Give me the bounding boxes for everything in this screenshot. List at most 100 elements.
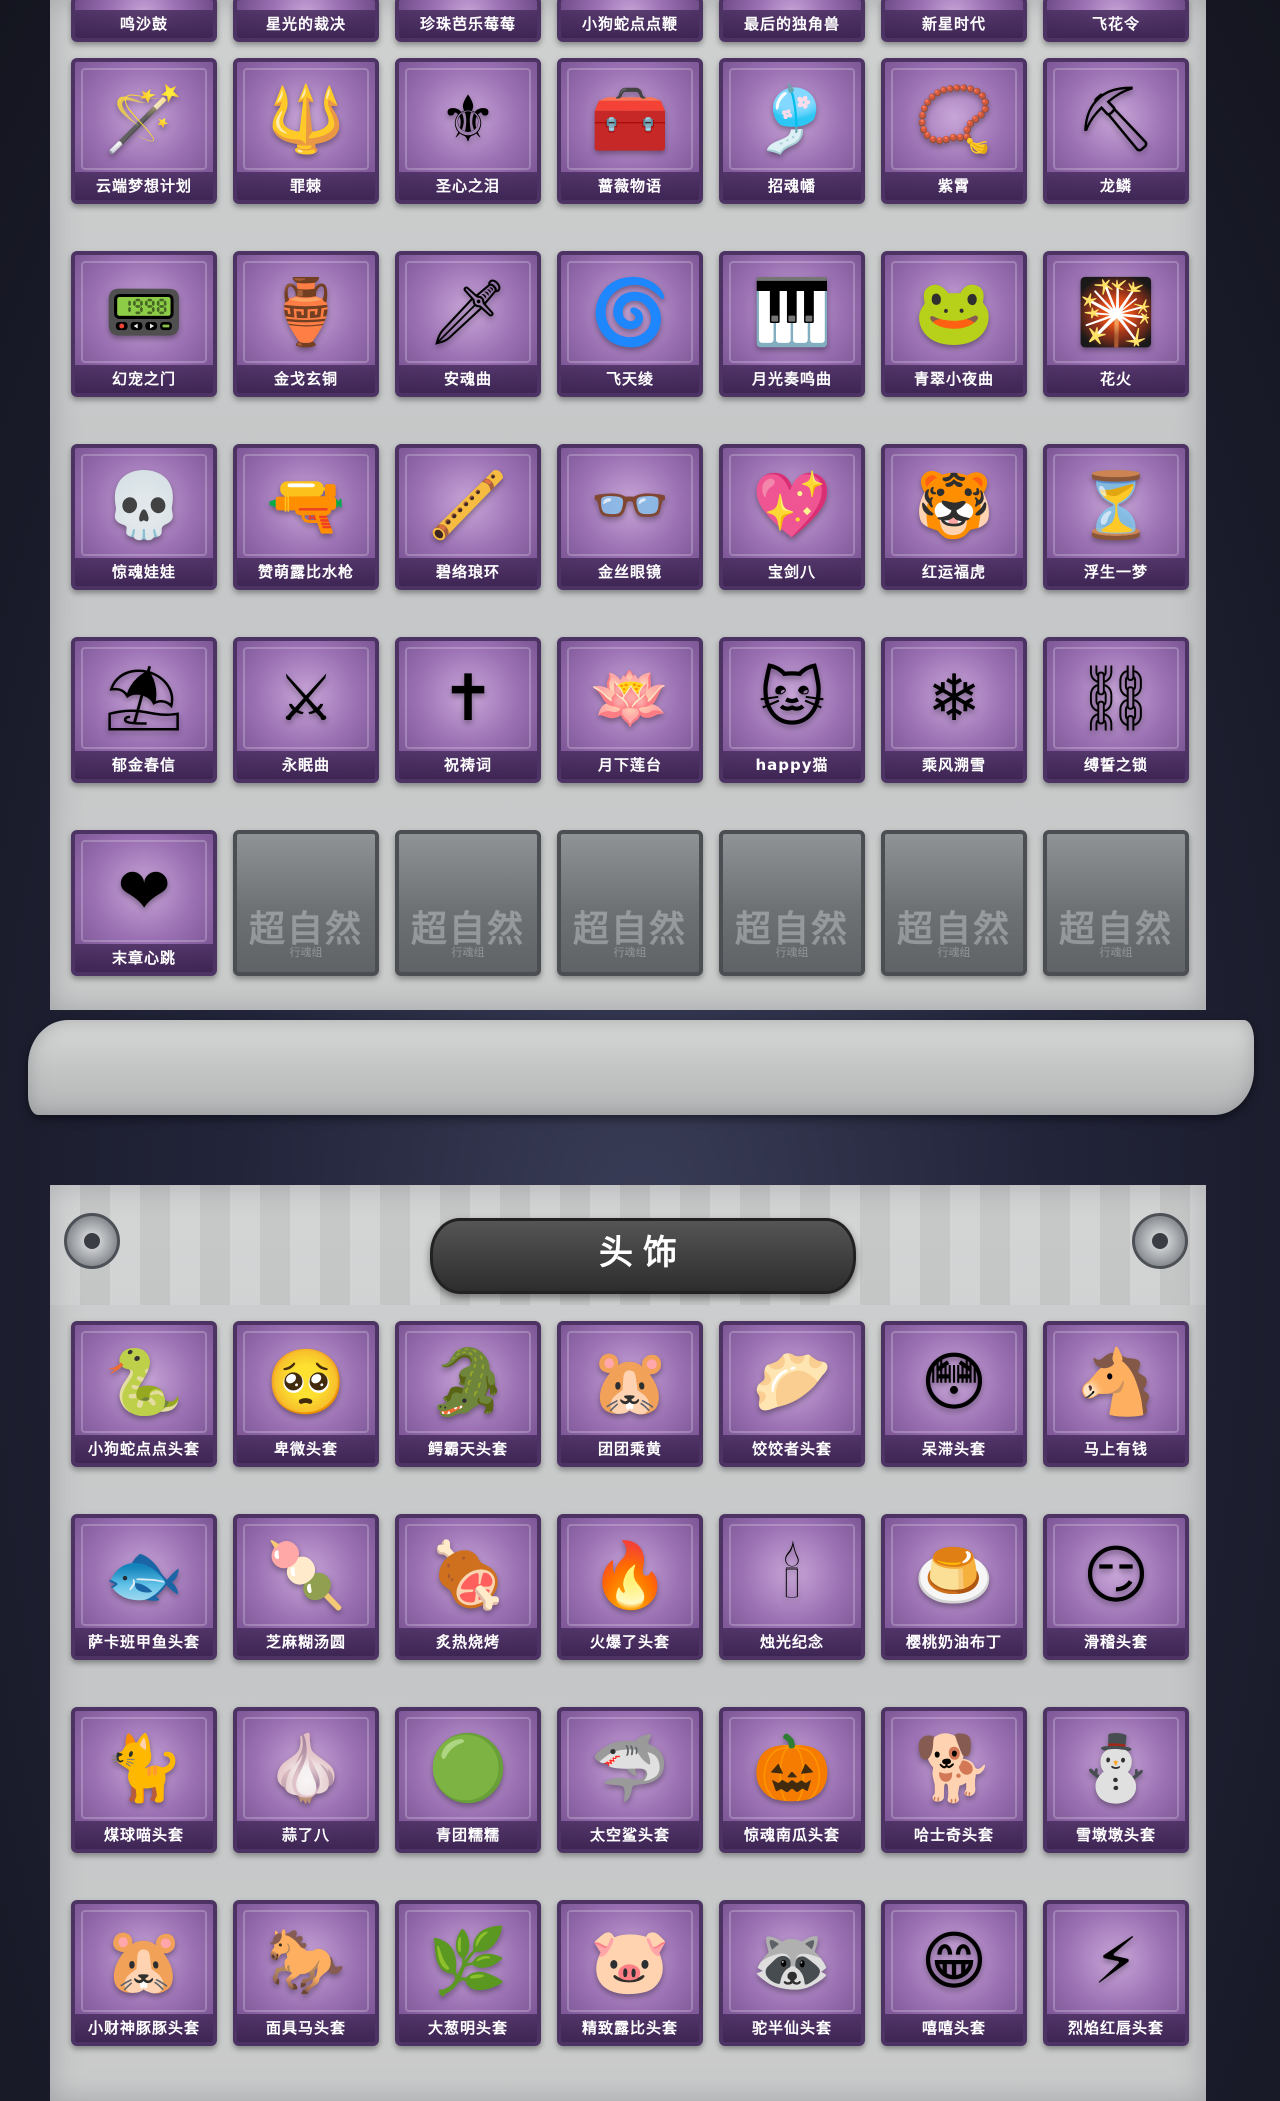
bronze-cannon-icon: 🏺 xyxy=(266,276,346,350)
item-label: 饺饺者头套 xyxy=(723,1435,861,1463)
section-title: 头饰 xyxy=(430,1218,856,1294)
item-card[interactable]: 🐕 哈士奇头套 xyxy=(881,1707,1027,1853)
item-card[interactable]: 📟 幻宠之门 xyxy=(71,251,217,397)
locked-stamp-sub: 行魂组 xyxy=(289,946,323,959)
item-card[interactable]: 🕯 烛光纪念 xyxy=(719,1514,865,1660)
item-card[interactable]: 🌿 大葱明头套 xyxy=(395,1900,541,2046)
spear-icon: 🔱 xyxy=(266,83,346,157)
item-label: 蔷薇物语 xyxy=(561,172,699,200)
item-card[interactable]: 🐷 精致露比头套 xyxy=(557,1900,703,2046)
locked-stamp-sub: 行魂组 xyxy=(613,946,647,959)
purple-sword-icon: ⚔ xyxy=(277,662,335,736)
locked-card: 超自然 行魂组 xyxy=(233,830,379,976)
item-card[interactable]: 🐸 青翠小夜曲 xyxy=(881,251,1027,397)
item-label: 赞萌露比水枪 xyxy=(237,558,375,586)
ribbon-scroll-icon: 🌀 xyxy=(590,276,670,350)
pumpkin-icon: 🎃 xyxy=(752,1732,832,1806)
item-card[interactable]: 🍖 炙热烧烤 xyxy=(395,1514,541,1660)
item-card[interactable]: 🗡 安魂曲 xyxy=(395,251,541,397)
item-label: 惊魂南瓜头套 xyxy=(723,1821,861,1849)
item-card[interactable]: 飞花令 xyxy=(1043,0,1189,42)
item-card[interactable]: 🎐 招魂幡 xyxy=(719,58,865,204)
item-card[interactable]: 🐹 小财神豚豚头套 xyxy=(71,1900,217,2046)
item-card[interactable]: 🪷 月下莲台 xyxy=(557,637,703,783)
item-card[interactable]: ❤ 末章心跳 xyxy=(71,830,217,976)
item-card[interactable]: 📿 紫霄 xyxy=(881,58,1027,204)
bbq-icon: 🍖 xyxy=(428,1539,508,1613)
item-card[interactable]: 🐴 马上有钱 xyxy=(1043,1321,1189,1467)
item-card[interactable]: 💖 宝剑八 xyxy=(719,444,865,590)
item-card[interactable]: 😳 呆滞头套 xyxy=(881,1321,1027,1467)
item-card[interactable]: 🐹 团团乘黄 xyxy=(557,1321,703,1467)
item-card[interactable]: ⚜ 圣心之泪 xyxy=(395,58,541,204)
item-card[interactable]: 新星时代 xyxy=(881,0,1027,42)
item-card[interactable]: 🌀 飞天绫 xyxy=(557,251,703,397)
item-card[interactable]: 🏺 金戈玄铜 xyxy=(233,251,379,397)
item-card[interactable]: 🟢 青团糯糯 xyxy=(395,1707,541,1853)
cat-icon: 🐱 xyxy=(758,662,826,736)
item-card[interactable]: ⛏ 龙鳞 xyxy=(1043,58,1189,204)
item-card[interactable]: 😏 滑稽头套 xyxy=(1043,1514,1189,1660)
item-card[interactable]: 🪄 云端梦想计划 xyxy=(71,58,217,204)
item-card[interactable]: 🦈 太空鲨头套 xyxy=(557,1707,703,1853)
locked-card: 超自然 行魂组 xyxy=(881,830,1027,976)
banner-icon: 🎐 xyxy=(752,83,832,157)
item-card[interactable]: 鸣沙鼓 xyxy=(71,0,217,42)
item-card[interactable]: 🎇 花火 xyxy=(1043,251,1189,397)
item-label: 青翠小夜曲 xyxy=(885,365,1023,393)
item-card[interactable]: 💀 惊魂娃娃 xyxy=(71,444,217,590)
item-label: 芝麻糊汤圆 xyxy=(237,1628,375,1656)
item-card[interactable]: 🔥 火爆了头套 xyxy=(557,1514,703,1660)
item-card[interactable]: 🧄 蒜了八 xyxy=(233,1707,379,1853)
item-card[interactable]: ✝ 祝祷词 xyxy=(395,637,541,783)
item-card[interactable]: 😁 嘻嘻头套 xyxy=(881,1900,1027,2046)
item-label: 幻宠之门 xyxy=(75,365,213,393)
item-card[interactable]: 🐯 红运福虎 xyxy=(881,444,1027,590)
item-card[interactable]: ⛄ 雪墩墩头套 xyxy=(1043,1707,1189,1853)
pink-ball-icon: 🐷 xyxy=(590,1925,670,1999)
item-card[interactable]: 小狗蛇点点鞭 xyxy=(557,0,703,42)
item-card[interactable]: ❄ 乘风溯雪 xyxy=(881,637,1027,783)
item-card[interactable]: 🥟 饺饺者头套 xyxy=(719,1321,865,1467)
item-card[interactable]: 🐈 煤球喵头套 xyxy=(71,1707,217,1853)
glasses-icon: 👓 xyxy=(590,469,670,543)
item-card[interactable]: 🍡 芝麻糊汤圆 xyxy=(233,1514,379,1660)
item-card[interactable]: 最后的独角兽 xyxy=(719,0,865,42)
item-card[interactable]: ⏳ 浮生一梦 xyxy=(1043,444,1189,590)
item-label: 圣心之泪 xyxy=(399,172,537,200)
horse-head-icon: 🐎 xyxy=(266,1925,346,1999)
item-card[interactable]: 🐱 happy猫 xyxy=(719,637,865,783)
item-label: 火爆了头套 xyxy=(561,1628,699,1656)
item-card[interactable]: 🥺 卑微头套 xyxy=(233,1321,379,1467)
item-card[interactable]: ⚔ 永眠曲 xyxy=(233,637,379,783)
item-label: 萨卡班甲鱼头套 xyxy=(75,1628,213,1656)
item-card[interactable]: 🪈 碧络琅环 xyxy=(395,444,541,590)
item-label: 星光的裁决 xyxy=(237,10,375,38)
item-card[interactable]: 🔫 赞萌露比水枪 xyxy=(233,444,379,590)
item-card[interactable]: 🔱 罪棘 xyxy=(233,58,379,204)
item-label: 末章心跳 xyxy=(75,944,213,972)
item-card[interactable]: ⚡ 烈焰红唇头套 xyxy=(1043,1900,1189,2046)
item-label: 宝剑八 xyxy=(723,558,861,586)
locked-stamp-sub: 行魂组 xyxy=(1099,946,1133,959)
heart-staff-icon: ❤ xyxy=(117,855,171,929)
item-card[interactable]: 🐎 面具马头套 xyxy=(233,1900,379,2046)
item-card[interactable]: 🍮 樱桃奶油布丁 xyxy=(881,1514,1027,1660)
item-card[interactable]: 🎹 月光奏鸣曲 xyxy=(719,251,865,397)
item-card[interactable]: 珍珠芭乐莓莓 xyxy=(395,0,541,42)
item-card[interactable]: ⛱ 郁金春信 xyxy=(71,637,217,783)
item-card[interactable]: 星光的裁决 xyxy=(233,0,379,42)
item-label: 月光奏鸣曲 xyxy=(723,365,861,393)
item-card[interactable]: 🐊 鳄霸天头套 xyxy=(395,1321,541,1467)
item-card[interactable]: 👓 金丝眼镜 xyxy=(557,444,703,590)
item-card[interactable]: 🦝 驼半仙头套 xyxy=(719,1900,865,2046)
skull-doll-icon: 💀 xyxy=(104,469,184,543)
item-card[interactable]: 🐍 小狗蛇点点头套 xyxy=(71,1321,217,1467)
item-card[interactable]: 🧰 蔷薇物语 xyxy=(557,58,703,204)
headwear-grid: 🐍 小狗蛇点点头套 🥺 卑微头套 🐊 鳄霸天头套 🐹 团团乘黄 🥟 饺饺者头套 😳 呆滞头套 🐴 马上有钱… xyxy=(71,1321,1189,2046)
item-card[interactable]: ⛓ 缚誓之锁 xyxy=(1043,637,1189,783)
first-aid-case-icon: 🧰 xyxy=(590,83,670,157)
item-card[interactable]: 🎃 惊魂南瓜头套 xyxy=(719,1707,865,1853)
item-card[interactable]: 🐟 萨卡班甲鱼头套 xyxy=(71,1514,217,1660)
locked-card: 超自然 行魂组 xyxy=(395,830,541,976)
